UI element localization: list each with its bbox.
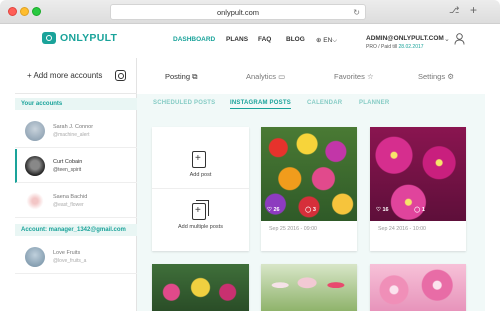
subtab-planner[interactable]: PLANNER: [359, 100, 389, 106]
manager-account-label: Account: manager_1342@gmail.com: [15, 224, 137, 236]
posting-subtabs: SCHEDULED POSTS INSTAGRAM POSTS CALENDAR…: [137, 94, 485, 114]
add-multiple-posts-icon: [192, 200, 209, 220]
avatar: [25, 191, 45, 211]
post-date: Sep 25 2016 - 09:00: [269, 226, 318, 232]
your-accounts-label: Your accounts: [15, 98, 137, 110]
add-post-button[interactable]: Add post: [152, 127, 249, 189]
post-card[interactable]: [261, 264, 357, 311]
account-handle: @east_flower: [53, 202, 84, 208]
comments-count: ◯ 3: [305, 207, 316, 213]
camera-logo-icon: [42, 32, 56, 44]
user-icon[interactable]: [454, 33, 465, 45]
url-text: onlypult.com: [216, 8, 260, 17]
account-name: Saena Bachid: [53, 194, 88, 200]
address-bar[interactable]: onlypult.com ↻: [110, 4, 366, 20]
account-item[interactable]: Sarah J. Connor @machine_alert: [15, 114, 137, 148]
tab-settings[interactable]: Settings ⚙: [418, 72, 454, 81]
copy-icon: ⧉: [192, 72, 198, 81]
reload-icon[interactable]: ↻: [353, 5, 360, 20]
account-item[interactable]: Saena Bachid @east_flower: [15, 184, 137, 218]
brand-logo[interactable]: ONLYPULT: [42, 32, 117, 44]
likes-count: ♡ 16: [376, 207, 389, 213]
new-tab-icon[interactable]: +: [470, 3, 477, 17]
maximize-window-button[interactable]: [32, 7, 41, 16]
accounts-sidebar: + Add more accounts Your accounts Sarah …: [15, 58, 137, 311]
brand-name: ONLYPULT: [60, 32, 118, 44]
avatar: [25, 121, 45, 141]
account-item-active[interactable]: Curt Cobain @teen_spirit: [15, 149, 137, 183]
post-photo[interactable]: [152, 264, 249, 311]
tab-posting-label: Posting: [165, 72, 191, 81]
post-photo[interactable]: [370, 264, 466, 311]
add-accounts-button[interactable]: + Add more accounts: [15, 58, 137, 94]
browser-window: onlypult.com ↻ ⎇ + ONLYPULT DASHBOARD PL…: [0, 0, 500, 311]
plan-date: 28.02.2017: [398, 44, 424, 50]
account-handle: @teen_spirit: [53, 167, 82, 173]
post-card[interactable]: [152, 264, 249, 311]
site-header: ONLYPULT DASHBOARD PLANS FAQ BLOG ⊕ EN⌵ …: [0, 24, 500, 58]
avatar: [25, 156, 45, 176]
account-name: Sarah J. Connor: [53, 124, 94, 130]
comments-value: 1: [421, 207, 425, 213]
account-handle: @love_fruits_a: [53, 258, 87, 264]
new-post-card: Add post Add multiple posts: [152, 127, 249, 251]
post-card[interactable]: [370, 264, 466, 311]
tab-favorites-label: Favorites: [334, 72, 365, 81]
subtab-calendar[interactable]: CALENDAR: [307, 100, 342, 106]
tab-favorites[interactable]: Favorites ☆: [334, 72, 374, 81]
tab-posting[interactable]: Posting ⧉: [165, 72, 197, 82]
post-photo[interactable]: [261, 264, 357, 311]
account-email[interactable]: ADMIN@ONLYPULT.COM: [366, 35, 444, 42]
likes-value: 26: [273, 207, 280, 213]
close-window-button[interactable]: [8, 7, 17, 16]
subtab-instagram-posts[interactable]: INSTAGRAM POSTS: [230, 100, 291, 109]
gear-icon: ⚙: [447, 72, 454, 81]
account-handle: @machine_alert: [53, 132, 90, 138]
monitor-icon: ▭: [278, 72, 286, 81]
plan-prefix: PRO / Paid till: [366, 44, 399, 50]
post-date: Sep 24 2016 - 10:00: [378, 226, 427, 232]
comments-count: ◯ 1: [414, 207, 425, 213]
tab-analytics[interactable]: Analytics ▭: [246, 72, 285, 81]
language-selector[interactable]: ⊕ EN⌵: [316, 36, 337, 45]
post-stats: ♡ 16 ◯ 1: [376, 207, 449, 213]
nav-blog[interactable]: BLOG: [286, 36, 305, 43]
minimize-window-button[interactable]: [20, 7, 29, 16]
post-photo[interactable]: ♡ 26 ◯ 3: [261, 127, 357, 221]
account-item[interactable]: Love Fruits @love_fruits_a: [15, 240, 137, 274]
avatar: [25, 247, 45, 267]
account-plan: PRO / Paid till 28.02.2017: [366, 44, 424, 50]
nav-faq[interactable]: FAQ: [258, 36, 271, 43]
share-icon[interactable]: ⎇: [449, 5, 459, 16]
comments-value: 3: [312, 207, 316, 213]
add-post-icon: [192, 151, 206, 168]
add-post-label: Add post: [189, 172, 212, 178]
section-tabs: Posting ⧉ Analytics ▭ Favorites ☆ Settin…: [137, 58, 485, 94]
add-multiple-posts-button[interactable]: Add multiple posts: [152, 189, 249, 251]
tab-settings-label: Settings: [418, 72, 446, 81]
nav-dashboard[interactable]: DASHBOARD: [173, 36, 215, 43]
add-accounts-label: + Add more accounts: [27, 71, 103, 80]
subtab-scheduled-posts[interactable]: SCHEDULED POSTS: [153, 100, 215, 106]
post-photo[interactable]: ♡ 16 ◯ 1: [370, 127, 466, 221]
add-multiple-posts-label: Add multiple posts: [178, 224, 223, 230]
post-stats: ♡ 26 ◯ 3: [267, 207, 340, 213]
likes-count: ♡ 26: [267, 207, 280, 213]
instagram-icon: [115, 70, 126, 81]
star-icon: ☆: [366, 72, 374, 81]
nav-plans[interactable]: PLANS: [226, 36, 248, 43]
account-name: Love Fruits: [53, 250, 81, 256]
post-card[interactable]: ♡ 26 ◯ 3 Sep 25 2016 - 09:00: [261, 127, 357, 251]
likes-value: 16: [382, 207, 389, 213]
browser-titlebar: onlypult.com ↻ ⎇ +: [0, 0, 500, 24]
tab-analytics-label: Analytics: [246, 72, 277, 81]
post-card[interactable]: ♡ 16 ◯ 1 Sep 24 2016 - 10:00: [370, 127, 466, 251]
account-name: Curt Cobain: [53, 159, 83, 165]
chevron-down-icon[interactable]: ⌄: [444, 35, 450, 43]
